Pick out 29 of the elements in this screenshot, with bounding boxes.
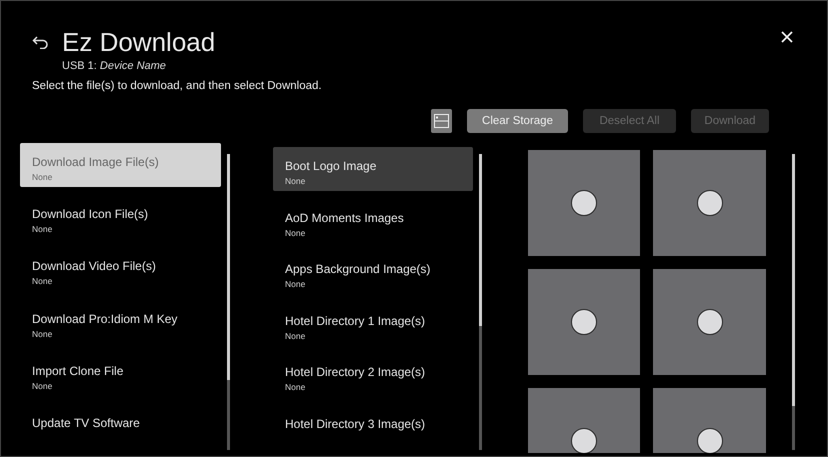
- image-tile[interactable]: [528, 269, 640, 375]
- category-item[interactable]: Download Pro:Idiom M Key None: [20, 300, 221, 344]
- device-label: USB 1: Device Name: [62, 60, 167, 72]
- back-icon[interactable]: [32, 35, 49, 49]
- radio-button[interactable]: [571, 190, 597, 216]
- file-item[interactable]: Boot Logo Image None: [273, 147, 473, 190]
- category-item[interactable]: Download Video File(s) None: [20, 247, 221, 292]
- radio-button[interactable]: [571, 309, 597, 335]
- radio-button[interactable]: [696, 428, 722, 453]
- image-tile[interactable]: [653, 150, 766, 256]
- category-item[interactable]: Download Icon File(s) None: [20, 195, 221, 240]
- image-tile[interactable]: [653, 269, 766, 375]
- radio-button[interactable]: [571, 428, 597, 453]
- page-title: Ez Download: [62, 27, 216, 57]
- category-item[interactable]: Download Image File(s) None: [20, 143, 221, 188]
- category-item[interactable]: Import Clone File None: [20, 352, 221, 396]
- image-tile[interactable]: [528, 150, 640, 256]
- close-icon[interactable]: [781, 31, 793, 43]
- instruction-text: Select the file(s) to download, and then select Download.: [32, 80, 322, 92]
- category-item[interactable]: Update TV Software: [20, 404, 221, 448]
- toolbar-button[interactable]: Clear Storage: [467, 109, 568, 133]
- radio-button[interactable]: [696, 190, 722, 216]
- view-toggle-icon[interactable]: [431, 109, 452, 133]
- file-item[interactable]: AoD Moments Images None: [273, 198, 473, 242]
- file-item[interactable]: Hotel Directory 2 Image(s) None: [273, 353, 473, 396]
- file-item[interactable]: Hotel Directory 1 Image(s) None: [273, 302, 473, 345]
- radio-button[interactable]: [696, 309, 722, 335]
- file-item[interactable]: Apps Background Image(s) None: [273, 250, 473, 294]
- file-item[interactable]: Hotel Directory 3 Image(s): [273, 404, 473, 448]
